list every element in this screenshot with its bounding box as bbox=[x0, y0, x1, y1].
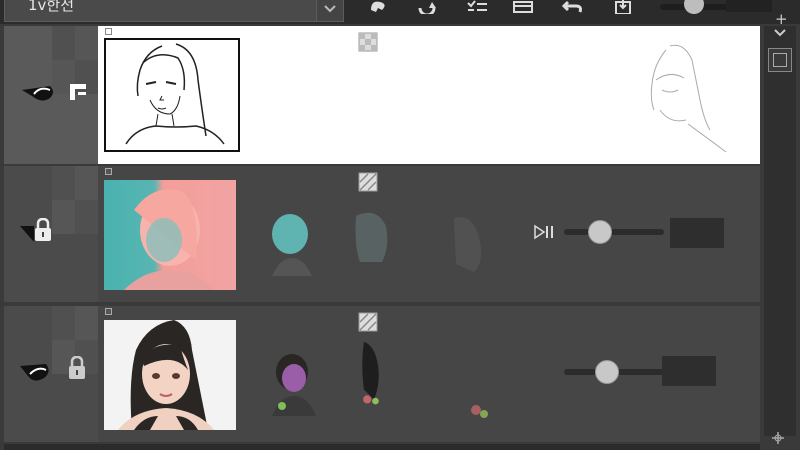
opacity-value-box[interactable] bbox=[670, 218, 724, 248]
frame-icon[interactable] bbox=[512, 0, 534, 14]
opacity-slider[interactable] bbox=[564, 220, 664, 244]
visibility-icon[interactable] bbox=[20, 82, 60, 106]
opacity-slider-knob[interactable] bbox=[588, 220, 612, 244]
animation-frame-2[interactable] bbox=[348, 340, 398, 406]
mask-icon[interactable] bbox=[358, 312, 378, 332]
mask-icon[interactable] bbox=[358, 172, 378, 192]
bottom-bar bbox=[4, 444, 760, 450]
layers-scrollbar[interactable] bbox=[764, 26, 796, 436]
opacity-slider-knob[interactable] bbox=[595, 360, 619, 384]
layer-row-sketch[interactable] bbox=[4, 26, 760, 164]
animation-frame-1[interactable] bbox=[266, 210, 316, 276]
blend-mode-icon[interactable] bbox=[534, 224, 556, 240]
checker-pattern bbox=[52, 166, 98, 302]
mode-select-label: 1v한전 bbox=[28, 0, 75, 14]
zoom-value-box[interactable] bbox=[726, 0, 772, 12]
visibility-icon[interactable] bbox=[20, 362, 54, 386]
layer-thumbnail[interactable] bbox=[104, 38, 240, 152]
animation-frame-3[interactable] bbox=[444, 212, 494, 278]
zoom-slider-knob[interactable] bbox=[684, 0, 704, 14]
rotate-icon[interactable] bbox=[416, 0, 438, 14]
top-toolbar: 1v한전 + bbox=[0, 0, 800, 28]
layer-row-final[interactable] bbox=[4, 306, 760, 442]
layer-type-icon bbox=[70, 84, 86, 100]
layer-row-color[interactable] bbox=[4, 166, 760, 302]
animation-frame-2[interactable] bbox=[346, 206, 396, 272]
export-icon[interactable] bbox=[612, 0, 634, 14]
animation-frame-1[interactable] bbox=[268, 350, 318, 416]
animation-frame[interactable] bbox=[640, 40, 730, 156]
square-icon bbox=[773, 53, 787, 67]
opacity-slider[interactable] bbox=[564, 360, 664, 384]
checklist-icon[interactable] bbox=[466, 0, 488, 14]
chevron-down-icon bbox=[324, 5, 336, 13]
lock-icon[interactable] bbox=[32, 218, 54, 242]
mask-icon[interactable] bbox=[358, 32, 378, 52]
opacity-value-box[interactable] bbox=[662, 356, 716, 386]
layer-select-marker[interactable] bbox=[105, 168, 112, 175]
opacity-slider-track[interactable] bbox=[564, 229, 664, 235]
layer-select-marker[interactable] bbox=[105, 308, 112, 315]
mode-dropdown-button[interactable] bbox=[316, 0, 344, 22]
layer-select-marker[interactable] bbox=[105, 28, 112, 35]
resize-corner-icon[interactable] bbox=[768, 428, 788, 448]
layer-thumbnail[interactable] bbox=[104, 180, 236, 290]
layer-thumbnail[interactable] bbox=[104, 320, 236, 430]
animation-frame-3[interactable] bbox=[458, 370, 508, 436]
scroll-thumb[interactable] bbox=[768, 48, 792, 72]
lasso-icon[interactable] bbox=[368, 0, 390, 14]
scroll-up-icon[interactable] bbox=[774, 28, 786, 38]
lock-icon[interactable] bbox=[66, 356, 88, 380]
undo-icon[interactable] bbox=[562, 0, 584, 14]
